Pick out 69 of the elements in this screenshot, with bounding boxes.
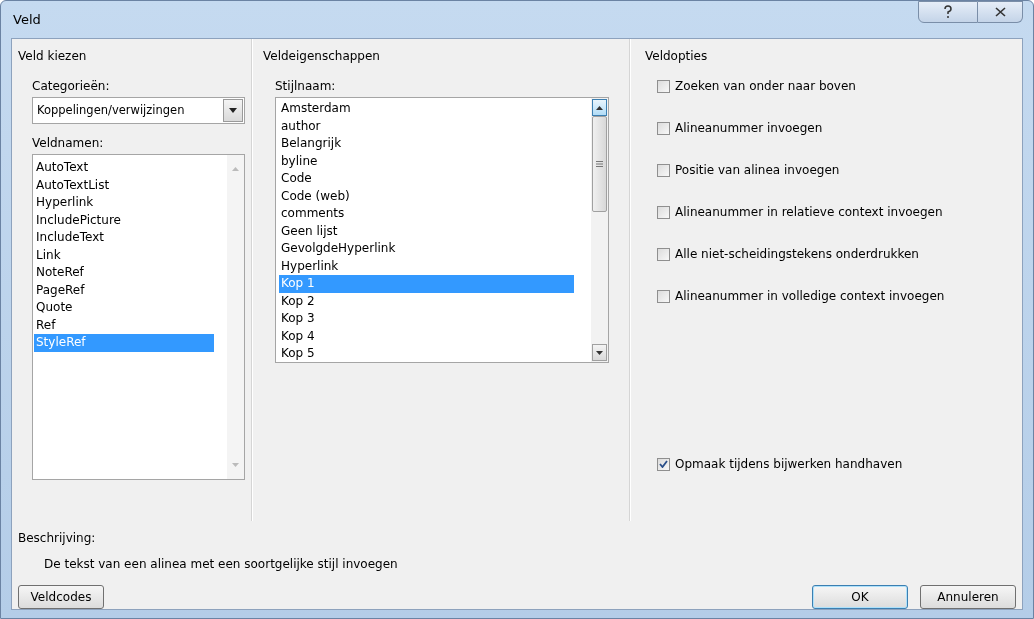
list-item[interactable]: Code (web) — [279, 187, 574, 205]
scroll-thumb[interactable] — [592, 116, 607, 212]
scroll-down-icon — [232, 463, 239, 467]
close-icon — [994, 7, 1006, 17]
checkbox-label[interactable]: Alle niet-scheidingstekens onderdrukken — [675, 245, 919, 263]
description-label: Beschrijving: — [18, 530, 97, 547]
checkbox[interactable] — [657, 163, 670, 177]
grip-icon — [596, 161, 603, 167]
caret-icon — [229, 108, 237, 113]
list-item[interactable]: Belangrijk — [279, 135, 574, 153]
scroll-up-button[interactable] — [592, 99, 607, 116]
checkbox[interactable] — [657, 121, 670, 135]
help-button[interactable] — [918, 1, 978, 23]
checkbox-label[interactable]: Alineanummer in relatieve context invoegen — [675, 203, 943, 221]
checkbox-label[interactable]: Alineanummer invoegen — [675, 119, 823, 137]
list-item[interactable]: PageRef — [34, 281, 214, 299]
dialog-button[interactable]: Annuleren — [920, 585, 1016, 609]
window-title: Veld — [12, 10, 41, 29]
scrollbar[interactable] — [591, 98, 608, 362]
group-heading: Veldeigenschappen — [263, 48, 381, 65]
list-item[interactable]: AutoText — [34, 159, 214, 177]
close-button[interactable] — [978, 1, 1023, 23]
list-item[interactable]: Ref — [34, 316, 214, 334]
field-label: Categorieën: — [32, 78, 111, 95]
group-heading: Veld kiezen — [18, 48, 88, 65]
scrollbar[interactable] — [227, 155, 244, 479]
checkbox-label[interactable]: Opmaak tijdens bijwerken handhaven — [675, 455, 903, 473]
list-item[interactable]: GevolgdeHyperlink — [279, 240, 574, 258]
list-item[interactable]: Kop 2 — [279, 292, 574, 310]
dropdown-button[interactable] — [223, 99, 243, 122]
list-item[interactable]: Hyperlink — [34, 194, 214, 212]
list-item[interactable]: NoteRef — [34, 264, 214, 282]
list-item[interactable]: IncludePicture — [34, 211, 214, 229]
list-item[interactable]: AutoTextList — [34, 176, 214, 194]
checkbox[interactable] — [657, 457, 670, 471]
check-icon — [659, 460, 668, 468]
category-dropdown[interactable]: Koppelingen/verwijzingen — [32, 97, 245, 124]
list-item[interactable]: Link — [34, 246, 214, 264]
checkbox-label[interactable]: Alineanummer in volledige context invoegen — [675, 287, 945, 305]
field-label: Veldnamen: — [32, 135, 105, 152]
scroll-down-button[interactable] — [592, 344, 607, 361]
checkbox-label[interactable]: Zoeken van onder naar boven — [675, 77, 856, 95]
field-label: Stijlnaam: — [275, 78, 337, 95]
list-item[interactable]: Quote — [34, 299, 214, 317]
list-item[interactable]: Kop 4 — [279, 327, 574, 345]
dropdown-value: Koppelingen/verwijzingen — [36, 101, 186, 119]
scroll-up-icon — [232, 167, 239, 171]
checkbox-label[interactable]: Positie van alinea invoegen — [675, 161, 840, 179]
checkbox[interactable] — [657, 247, 670, 261]
list-item[interactable]: Geen lijst — [279, 222, 574, 240]
scroll-up-icon — [596, 105, 603, 110]
checkbox[interactable] — [657, 289, 670, 303]
description-text: De tekst van een alinea met een soortgelijke stijl invoegen — [43, 556, 399, 573]
list-item[interactable]: Amsterdam — [279, 100, 574, 118]
dialog-button[interactable]: Veldcodes — [18, 585, 104, 609]
list-item[interactable]: author — [279, 117, 574, 135]
list-item[interactable]: Kop 5 — [279, 345, 574, 363]
dialog-button[interactable]: OK — [812, 585, 908, 609]
list-item[interactable]: Code — [279, 170, 574, 188]
checkbox[interactable] — [657, 79, 670, 93]
help-icon — [943, 5, 953, 19]
group-heading: Veldopties — [645, 48, 709, 65]
list-item[interactable]: Hyperlink — [279, 257, 574, 275]
list-item[interactable]: byline — [279, 152, 574, 170]
list-item[interactable]: Kop 3 — [279, 310, 574, 328]
list-item[interactable]: IncludeText — [34, 229, 214, 247]
scroll-down-icon — [596, 350, 603, 355]
checkbox[interactable] — [657, 205, 670, 219]
list-item[interactable]: comments — [279, 205, 574, 223]
